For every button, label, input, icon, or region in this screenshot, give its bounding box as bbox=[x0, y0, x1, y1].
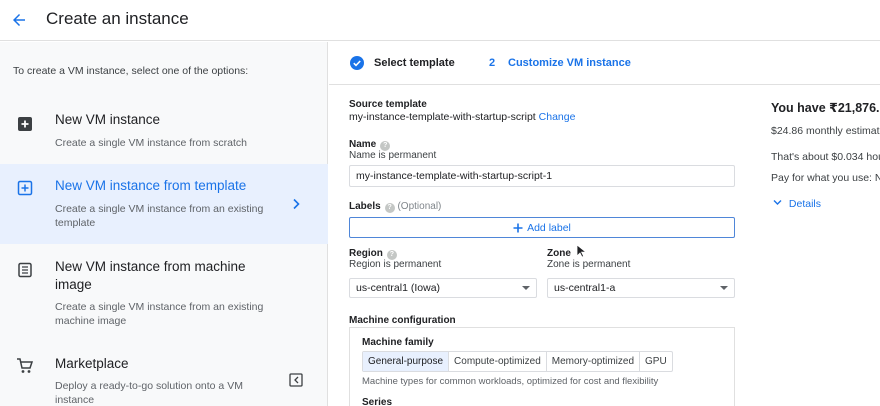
tab-general-purpose[interactable]: General-purpose bbox=[363, 352, 450, 371]
help-icon[interactable]: ? bbox=[384, 203, 395, 213]
source-template-label: Source template bbox=[349, 99, 427, 110]
back-button[interactable] bbox=[8, 9, 30, 31]
mouse-cursor-icon bbox=[576, 244, 588, 258]
machine-image-icon bbox=[15, 260, 35, 280]
top-bar: Create an instance bbox=[0, 0, 880, 41]
machine-config-box: Machine family General-purpose Compute-o… bbox=[349, 327, 735, 406]
zone-label: Zone bbox=[547, 248, 571, 259]
labels-label: Labels? (Optional) bbox=[349, 201, 441, 213]
option-desc: Create a single VM instance from an exis… bbox=[55, 203, 264, 229]
cart-icon bbox=[15, 356, 35, 376]
labels-label-text: Labels bbox=[349, 201, 381, 212]
hourly-estimate: That's about $0.034 hourly bbox=[771, 151, 880, 163]
add-label-button[interactable]: Add label bbox=[349, 217, 735, 238]
option-title: New VM instance from template bbox=[55, 178, 247, 193]
option-title: Marketplace bbox=[55, 356, 129, 371]
template-icon bbox=[15, 178, 35, 198]
details-toggle[interactable]: Details bbox=[773, 198, 821, 210]
check-circle-icon bbox=[350, 56, 364, 70]
chevron-right-icon bbox=[288, 196, 304, 212]
name-label-text: Name bbox=[349, 139, 377, 150]
instance-form: Source template my-instance-template-wit… bbox=[349, 86, 749, 406]
region-label-text: Region bbox=[349, 248, 383, 259]
collapse-panel-icon[interactable] bbox=[288, 372, 304, 388]
sidebar-intro: To create a VM instance, select one of t… bbox=[13, 65, 249, 77]
option-marketplace[interactable]: Marketplace Deploy a ready-to-go solutio… bbox=[0, 338, 328, 406]
name-sub: Name is permanent bbox=[349, 150, 437, 161]
step-customize-vm[interactable]: Customize VM instance bbox=[508, 57, 631, 69]
tab-gpu[interactable]: GPU bbox=[640, 352, 672, 371]
zone-sub: Zone is permanent bbox=[547, 259, 631, 270]
dropdown-caret-icon bbox=[522, 286, 530, 290]
zone-select[interactable]: us-central1-a bbox=[547, 278, 735, 298]
step-number: 2 bbox=[489, 57, 496, 69]
add-label-text: Add label bbox=[527, 221, 571, 234]
region-select[interactable]: us-central1 (Iowa) bbox=[349, 278, 537, 298]
stepper: Select template 2 Customize VM instance bbox=[329, 42, 880, 85]
region-sub: Region is permanent bbox=[349, 259, 442, 270]
option-sidebar: To create a VM instance, select one of t… bbox=[0, 42, 328, 406]
credit-heading: You have ₹21,876.01 bbox=[771, 101, 880, 115]
zone-value: us-central1-a bbox=[554, 282, 616, 294]
machine-family-label: Machine family bbox=[362, 337, 434, 348]
plus-icon bbox=[513, 223, 523, 232]
option-new-vm-instance[interactable]: New VM instance Create a single VM insta… bbox=[0, 98, 328, 164]
dropdown-caret-icon bbox=[720, 286, 728, 290]
region-value: us-central1 (Iowa) bbox=[356, 282, 441, 294]
machine-family-tabs: General-purpose Compute-optimized Memory… bbox=[362, 351, 673, 372]
labels-optional: (Optional) bbox=[397, 201, 442, 212]
change-template-link[interactable]: Change bbox=[539, 111, 576, 123]
option-new-vm-from-machine-image[interactable]: New VM instance from machine image Creat… bbox=[0, 244, 328, 338]
source-template-name: my-instance-template-with-startup-script bbox=[349, 111, 536, 123]
monthly-estimate: $24.86 monthly estimate bbox=[771, 125, 880, 137]
pay-for-use: Pay for what you use: No bbox=[771, 172, 880, 184]
tab-compute-optimized[interactable]: Compute-optimized bbox=[449, 352, 547, 371]
page-title: Create an instance bbox=[46, 9, 189, 28]
option-new-vm-from-template[interactable]: New VM instance from template Create a s… bbox=[0, 164, 328, 244]
series-label: Series bbox=[362, 397, 393, 406]
details-label: Details bbox=[788, 198, 822, 210]
source-template-value: my-instance-template-with-startup-script… bbox=[349, 111, 575, 123]
machine-config-label: Machine configuration bbox=[349, 315, 456, 326]
option-desc: Create a single VM instance from scratch bbox=[55, 137, 247, 149]
name-input[interactable]: my-instance-template-with-startup-script… bbox=[349, 165, 735, 187]
add-box-icon bbox=[15, 114, 35, 134]
tab-memory-optimized[interactable]: Memory-optimized bbox=[547, 352, 641, 371]
chevron-down-icon bbox=[773, 200, 782, 205]
machine-family-desc: Machine types for common workloads, opti… bbox=[362, 376, 659, 387]
option-title: New VM instance from machine image bbox=[55, 259, 246, 292]
arrow-left-icon bbox=[13, 14, 25, 26]
option-desc: Create a single VM instance from an exis… bbox=[55, 301, 264, 327]
step-select-template[interactable]: Select template bbox=[374, 57, 455, 69]
option-title: New VM instance bbox=[55, 112, 161, 127]
option-desc: Deploy a ready-to-go solution onto a VM … bbox=[55, 380, 243, 406]
